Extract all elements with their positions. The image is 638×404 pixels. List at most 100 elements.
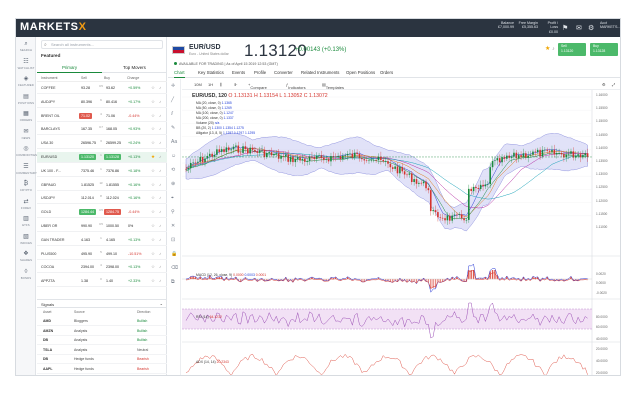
bell-icon[interactable]: ♪ (159, 182, 161, 187)
buy-price[interactable]: 71.06 (104, 113, 117, 119)
chart-area[interactable]: ✛ ╱ ⫽ ✎ Aa ☺ ⟲ ⊕ ⌖ ⚲ ✕ ⊡ 🔒 ⌫ ⧉ 10M 1H ⫼ ⊪ + Compare ƒ … (168, 79, 621, 376)
star-icon[interactable]: ☆ (151, 209, 155, 215)
star-icon[interactable]: ☆ (151, 223, 155, 229)
signal-row[interactable]: DB Hedge funds Bearish (37, 355, 167, 365)
nav-item-orders[interactable]: ▦ ORDERS (16, 111, 36, 122)
nav-item-commodities[interactable]: ◎ COMMODITIES (16, 146, 37, 157)
sell-price[interactable]: 1.38 (79, 278, 90, 284)
tab-orders[interactable]: Orders (380, 70, 393, 75)
sell-price[interactable]: 93.28 (79, 85, 92, 91)
signal-row[interactable]: AAPL Hedge funds Bearish (37, 365, 167, 374)
buy-price[interactable]: 1.40 (104, 278, 115, 284)
star-icon[interactable]: ☆ (151, 140, 155, 146)
tab-chart[interactable]: Chart (174, 70, 185, 78)
nav-item-search[interactable]: ⌕ SEARCH (16, 41, 36, 52)
star-icon[interactable]: ☆ (151, 195, 155, 201)
nav-item-bonds[interactable]: ◊ BONDS (16, 269, 36, 280)
settings-icon[interactable]: ⚙ (588, 24, 594, 32)
instrument-search-input[interactable]: ⌕ Search all instruments... (41, 40, 163, 49)
star-icon[interactable]: ☆ (151, 99, 155, 105)
star-icon[interactable]: ☆ (151, 264, 155, 270)
sell-price[interactable]: 4.163 (79, 237, 92, 243)
quote-row[interactable]: BRENT OIL 71.02 4 71.06 -0.44% ☆ ♪ (37, 111, 167, 122)
bell-icon[interactable]: ♪ (159, 113, 161, 118)
account-menu[interactable]: Acct MARKETS... (600, 21, 620, 30)
bell-icon[interactable]: ♪ (159, 223, 161, 228)
tab-primary[interactable]: Primary (37, 65, 102, 73)
buy-price[interactable]: 168.05 (104, 126, 119, 132)
star-icon[interactable]: ☆ (151, 85, 155, 91)
buy-price[interactable]: 1.13128 (104, 154, 121, 160)
sell-price[interactable]: 2394.00 (79, 264, 96, 270)
buy-price[interactable]: 80.416 (104, 99, 119, 105)
tab-related-instruments[interactable]: Related Instruments (301, 70, 339, 75)
signal-row[interactable]: DB Analysts Bullish (37, 336, 167, 346)
quote-row[interactable]: USDJPY 112.014 8 112.024 +0.16% ☆ ♪ (37, 193, 167, 205)
nav-item-shares[interactable]: ❖ SHARES (16, 251, 36, 262)
chat-icon[interactable]: ✉ (576, 24, 582, 32)
sell-price[interactable]: 990.90 (79, 223, 94, 229)
nav-item-forex[interactable]: ⇄ FOREX (16, 199, 36, 210)
signal-row[interactable]: AMZN Analysts Bullish (37, 327, 167, 336)
nav-item-positions[interactable]: ▤ POSITIONS (16, 94, 36, 105)
bell-icon[interactable]: ♪ (159, 154, 161, 159)
bell-icon[interactable]: ♪ (552, 46, 555, 52)
quote-row[interactable]: GAN TRADER 4.163 1 4.165 +0.13% ☆ ♪ (37, 235, 167, 246)
buy-price[interactable]: 26599.25 (104, 140, 123, 146)
bell-icon[interactable]: ♪ (159, 85, 161, 90)
markets-logo[interactable]: MARKETSX (20, 21, 87, 33)
star-icon[interactable]: ☆ (151, 126, 155, 132)
signal-row[interactable]: TSLA Analysts Neutral (37, 346, 167, 355)
quote-row[interactable]: PLUS500 495.90 5 499.10 -10.51% ☆ ♪ (37, 249, 167, 260)
nav-item-watchlist[interactable]: ☷ WATCHLIST (16, 59, 36, 70)
bell-icon[interactable]: ♪ (159, 126, 161, 131)
sell-price[interactable]: 167.35 (79, 126, 94, 132)
buy-price[interactable]: 1284.75 (104, 209, 121, 216)
sell-price[interactable]: 80.396 (79, 99, 94, 105)
notification-icon[interactable]: ⚑ (562, 24, 568, 32)
star-icon[interactable]: ☆ (151, 237, 155, 243)
star-icon[interactable]: ☆ (151, 168, 155, 174)
buy-price[interactable]: 499.10 (104, 251, 119, 257)
quote-row[interactable]: GOLD 1284.44 0.5 1284.75 -0.44% ☆ ♪ (37, 207, 167, 219)
sell-price[interactable]: 26596.75 (79, 140, 98, 146)
bell-icon[interactable]: ♪ (159, 237, 161, 242)
bell-icon[interactable]: ♪ (159, 278, 161, 283)
buy-price[interactable]: 1000.50 (104, 223, 121, 229)
quote-row[interactable]: USA 30 26596.75 3 26599.25 +0.24% ☆ ♪ (37, 138, 167, 150)
buy-price[interactable]: 7376.86 (104, 168, 121, 174)
quote-row[interactable]: APPZTA 1.38 0 1.40 +2.33% ☆ ♪ (37, 276, 167, 288)
quote-row[interactable]: BARCLAYS 167.35 0.7 168.05 +0.93% ☆ ♪ (37, 124, 167, 136)
buy-price[interactable]: 112.024 (104, 195, 121, 201)
tab-events[interactable]: Events (232, 70, 245, 75)
quote-row[interactable]: COCOA 2394.00 4 2398.00 +0.13% ☆ ♪ (37, 262, 167, 274)
star-icon[interactable]: ★ (151, 154, 155, 160)
signal-row[interactable]: AMD Bloggers Bullish (37, 317, 167, 326)
quote-row[interactable]: UBER OR 990.90 0.5 1000.50 0% ☆ ♪ (37, 221, 167, 232)
tab-key-statistics[interactable]: Key Statistics (198, 70, 224, 75)
nav-item-indices[interactable]: ▧ INDICES (16, 234, 36, 245)
quote-row[interactable]: EUR/USD 1.13120 1 1.13128 +0.13% ★ ♪ (37, 152, 167, 163)
quote-row[interactable]: UK 100 - F... 7375.46 1 7376.86 +0.18% ☆ ♪ (37, 166, 167, 177)
sell-price[interactable]: 7375.46 (79, 168, 96, 174)
quote-row[interactable]: COFFEE 93.28 0.5 93.62 +0.59% ☆ ♪ (37, 83, 167, 94)
tab-open-positions[interactable]: Open Positions (346, 70, 375, 75)
bell-icon[interactable]: ♪ (159, 251, 161, 256)
nav-item-crypto[interactable]: ₿ CRYPTO (16, 181, 36, 192)
bell-icon[interactable]: ♪ (159, 99, 161, 104)
sell-price[interactable]: 1284.44 (79, 209, 96, 216)
nav-item-news[interactable]: ✉ NEWS (16, 129, 36, 140)
star-icon[interactable]: ☆ (151, 251, 155, 257)
star-icon[interactable]: ☆ (151, 278, 155, 284)
sell-price[interactable]: 71.02 (79, 112, 92, 119)
price-chart[interactable] (168, 79, 621, 376)
buy-price[interactable]: 93.62 (104, 85, 117, 91)
bell-icon[interactable]: ♪ (159, 140, 161, 145)
sell-price[interactable]: 112.014 (79, 195, 96, 201)
bell-icon[interactable]: ♪ (159, 209, 161, 214)
sell-price[interactable]: 1.13120 (79, 154, 96, 160)
nav-item-featured[interactable]: ◈ FEATURED (16, 76, 36, 87)
star-icon[interactable]: ★ (545, 46, 550, 52)
tab-top-movers[interactable]: Top Movers (102, 65, 167, 70)
signal-row[interactable]: TSLAHedge fundsBullish (37, 375, 167, 376)
